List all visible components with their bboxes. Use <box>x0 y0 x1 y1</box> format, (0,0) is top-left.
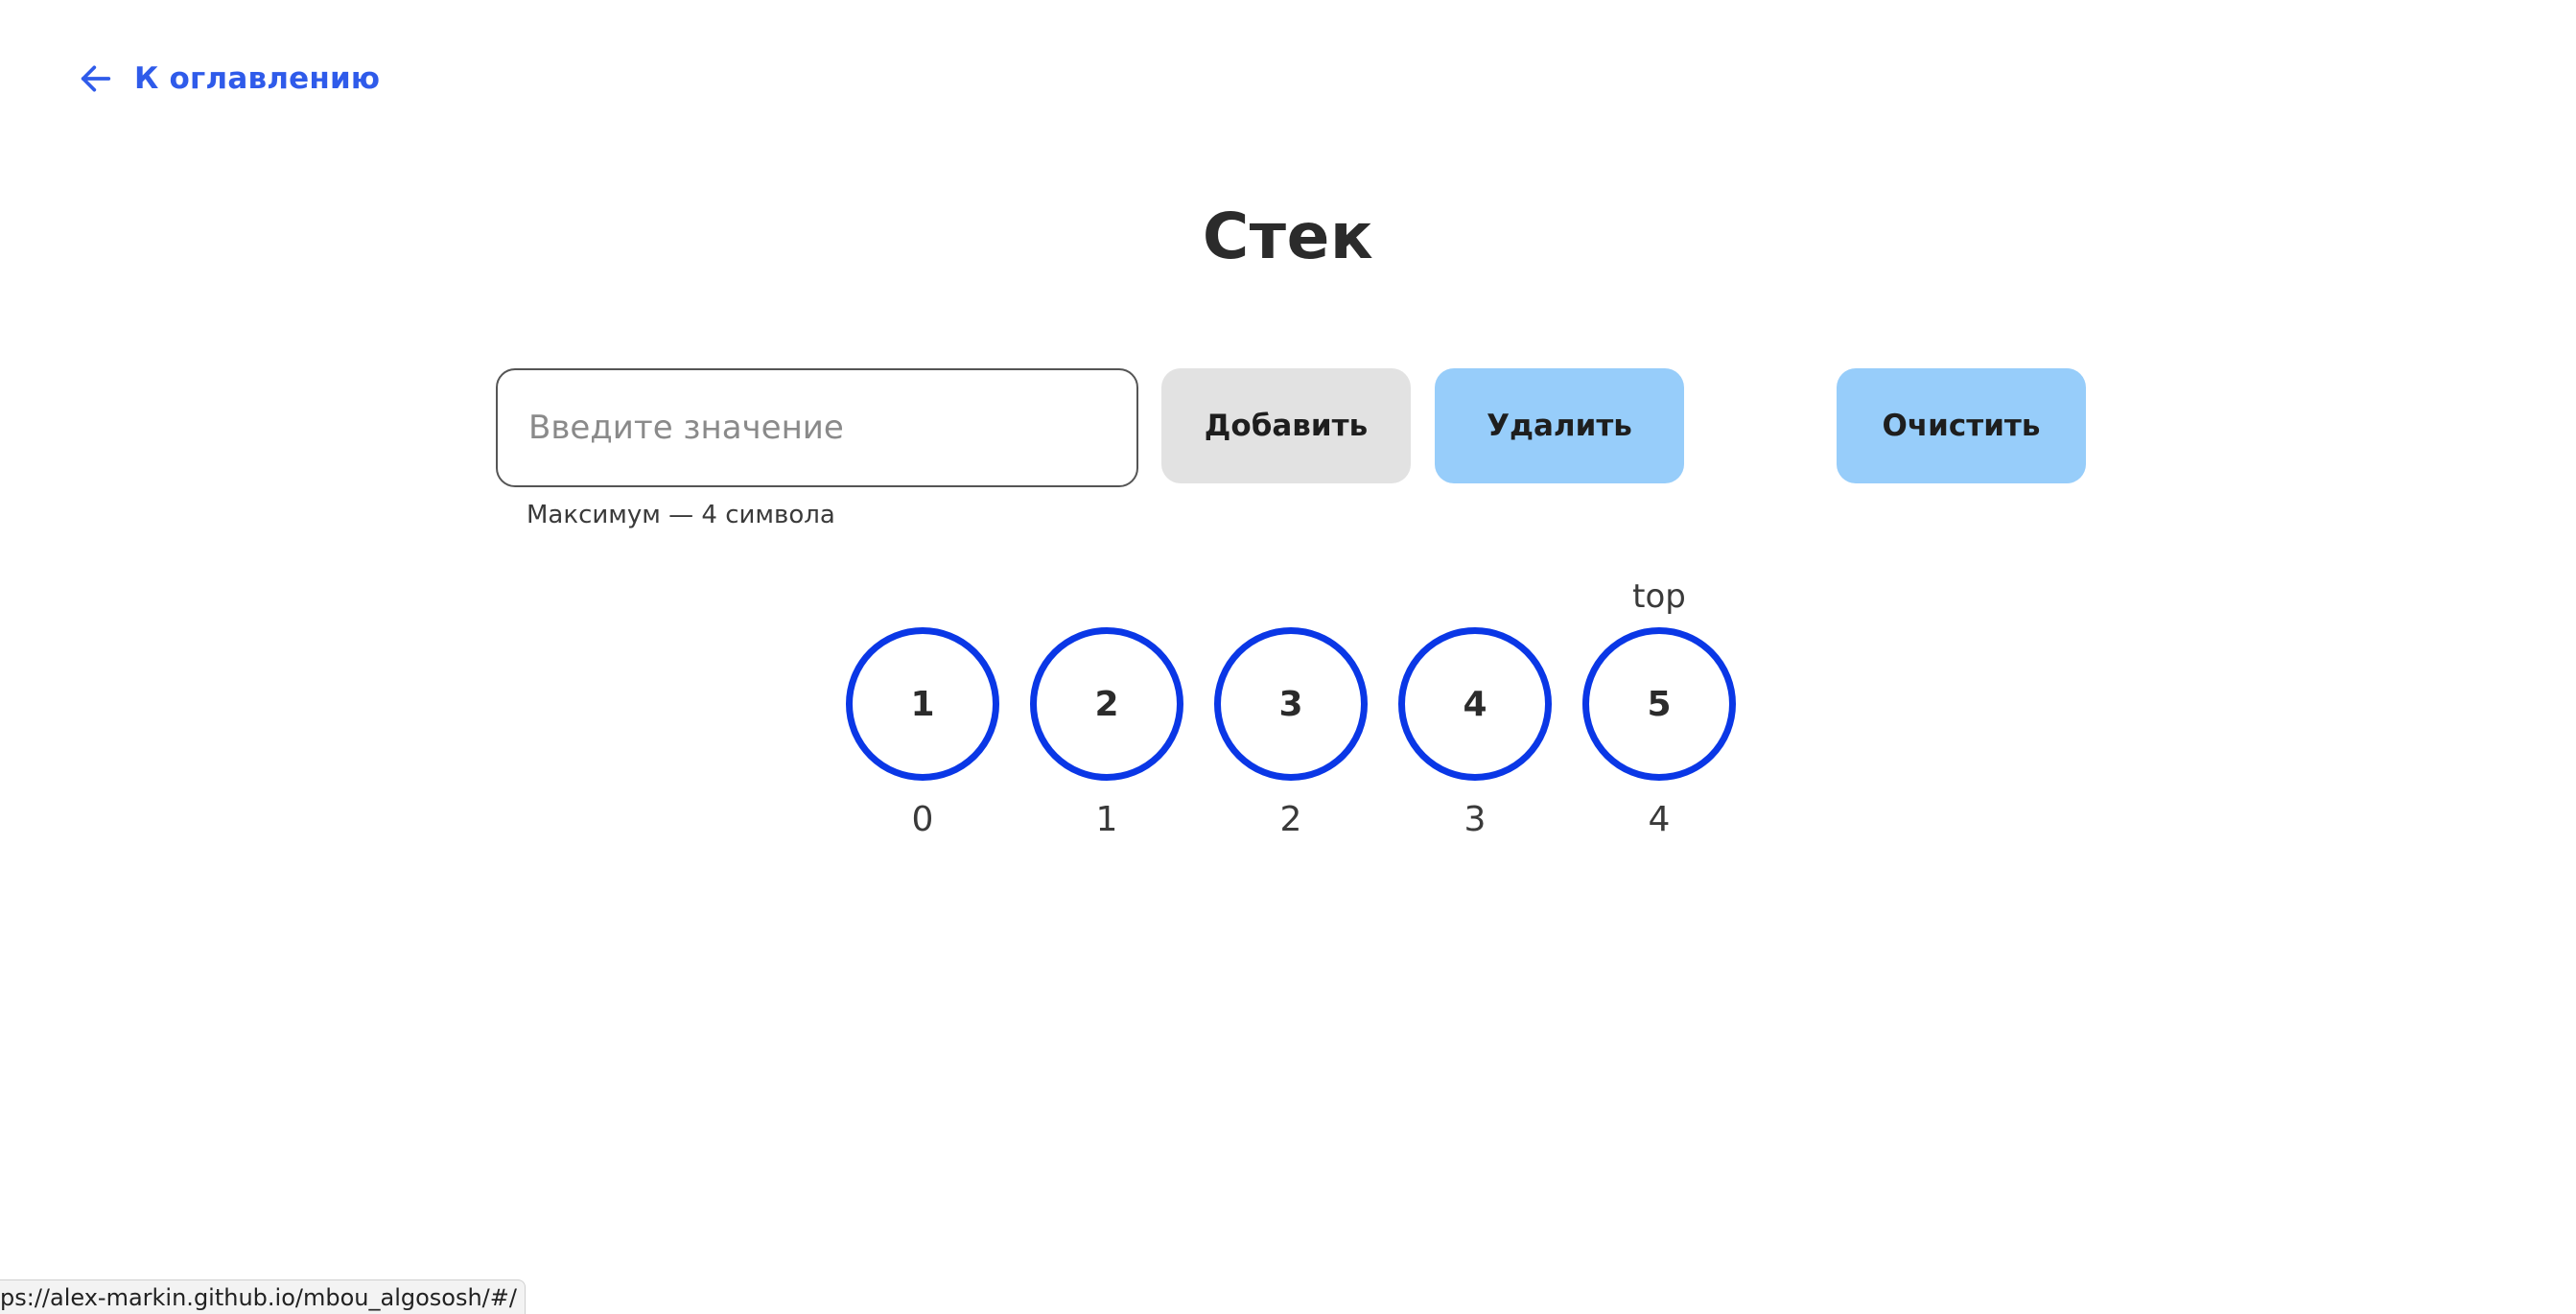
value-input[interactable] <box>496 368 1138 487</box>
arrow-left-icon <box>81 65 111 92</box>
page: К оглавлению Стек Максимум — 4 символа Д… <box>0 0 2576 1314</box>
remove-button[interactable]: Удалить <box>1435 368 1684 483</box>
stack-item-circle: 3 <box>1214 627 1368 781</box>
stack-item-index: 2 <box>1279 800 1302 839</box>
stack-item: top 5 4 <box>1582 574 1736 839</box>
status-bar-url: ps://alex-markin.github.io/mbou_algososh… <box>0 1279 526 1314</box>
back-link-label: К оглавлению <box>134 61 381 96</box>
stack-item-index: 3 <box>1464 800 1487 839</box>
input-hint: Максимум — 4 символа <box>527 501 835 529</box>
stack-item-circle: 5 <box>1582 627 1736 781</box>
stack-item-circle: 4 <box>1398 627 1552 781</box>
page-title: Стек <box>1202 199 1374 273</box>
stack-item-index: 4 <box>1648 800 1671 839</box>
stack-item-index: 0 <box>911 800 934 839</box>
stack-item-index: 1 <box>1095 800 1118 839</box>
stack-top-label: top <box>1632 577 1686 616</box>
stack-item: 32 <box>1214 574 1368 839</box>
add-button[interactable]: Добавить <box>1161 368 1411 483</box>
stack-item-circle: 1 <box>846 627 999 781</box>
stack-item: 43 <box>1398 574 1552 839</box>
stack-item-circle: 2 <box>1030 627 1183 781</box>
back-link[interactable]: К оглавлению <box>77 59 380 98</box>
stack-item: 10 <box>846 574 999 839</box>
clear-button[interactable]: Очистить <box>1837 368 2086 483</box>
stack-item: 21 <box>1030 574 1183 839</box>
value-input-group: Максимум — 4 символа <box>496 368 1138 529</box>
